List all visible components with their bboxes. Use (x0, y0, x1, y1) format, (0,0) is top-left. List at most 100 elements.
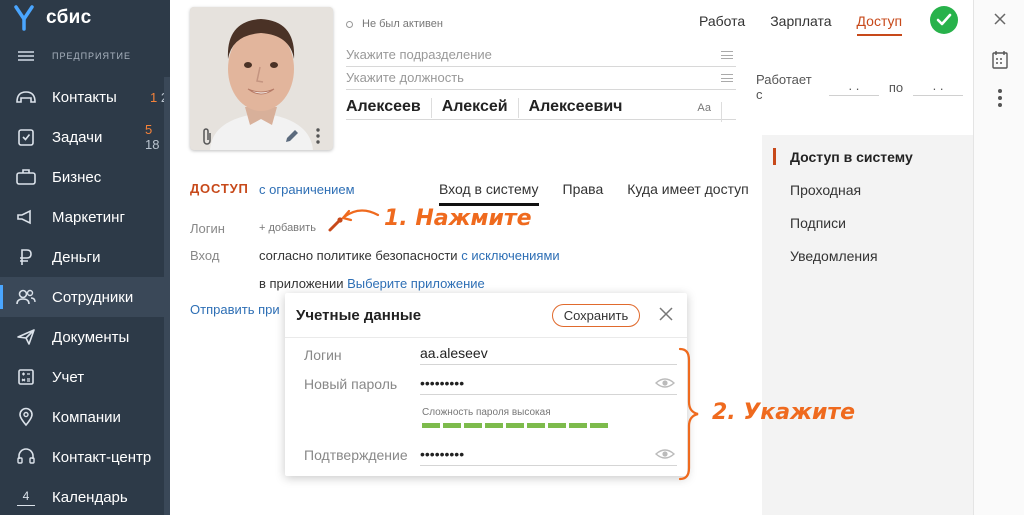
eye-icon[interactable] (654, 375, 676, 395)
full-name-row[interactable]: Алексеев Алексей Алексеевич Аа (346, 98, 736, 122)
save-button[interactable]: Сохранить (552, 304, 640, 327)
access-mode-link[interactable]: с ограничением (259, 182, 355, 197)
calendar-icon: 4 (0, 488, 52, 506)
select-app-link[interactable]: Выберите приложение (347, 276, 485, 291)
app-subtitle: ПРЕДПРИЯТИЕ (52, 51, 131, 61)
annotation-arrow-icon (328, 209, 380, 232)
sidebar-item-calendar[interactable]: 4 Календарь (0, 477, 170, 515)
sidebar-item-label: Компании (52, 408, 121, 426)
entry-label: Вход (190, 248, 220, 263)
tab-where-access[interactable]: Куда имеет доступ (627, 181, 749, 206)
employees-icon (0, 288, 52, 306)
calendar-icon[interactable] (974, 50, 1024, 70)
sidebar-item-marketing[interactable]: Маркетинг (0, 197, 170, 237)
add-login-button[interactable]: + добавить (259, 222, 316, 234)
access-tabs: Вход в систему Права Куда имеет доступ (439, 181, 773, 206)
paper-plane-icon (0, 328, 52, 346)
entry-policy: согласно политике безопасности с исключе… (259, 248, 560, 263)
sidebar-item-label: Контакты (52, 88, 117, 106)
eye-icon[interactable] (654, 446, 676, 466)
nav-notifications[interactable]: Уведомления (790, 248, 878, 264)
more-vertical-icon[interactable] (315, 127, 321, 150)
strength-segment (527, 423, 545, 428)
list-icon[interactable] (721, 51, 733, 59)
middle-name-field[interactable]: Алексеевич (529, 98, 633, 118)
confirm-button[interactable] (930, 6, 958, 34)
date-to-field[interactable]: . . (913, 78, 963, 96)
annotation-step-2: 2. Укажите (712, 400, 856, 425)
dialog-title: Учетные данные (296, 307, 422, 324)
accounting-icon (0, 368, 52, 386)
right-toolbar (973, 0, 1024, 515)
sidebar-item-contacts[interactable]: Контакты 1 2 (0, 77, 170, 117)
last-name-field[interactable]: Алексеев (346, 98, 432, 118)
headset-icon (0, 447, 52, 467)
paperclip-icon[interactable] (200, 127, 214, 150)
position-field[interactable]: Укажите должность (346, 68, 736, 90)
tab-access[interactable]: Доступ (856, 13, 903, 36)
nav-login-access[interactable]: Доступ в систему (790, 149, 913, 165)
business-icon (0, 168, 52, 186)
tab-work[interactable]: Работа (699, 13, 745, 36)
strength-segment (464, 423, 482, 428)
sidebar-item-accounting[interactable]: Учет (0, 357, 170, 397)
works-period: Работает с . . по . . (756, 72, 973, 102)
exceptions-link[interactable]: с исключениями (461, 248, 559, 263)
pencil-icon[interactable] (283, 127, 301, 150)
annotation-step-1: 1. Нажмите (384, 206, 532, 231)
strength-segment (443, 423, 461, 428)
access-heading: ДОСТУП (190, 181, 249, 196)
first-name-field[interactable]: Алексей (442, 98, 519, 118)
strength-segment (590, 423, 608, 428)
list-icon[interactable] (721, 74, 733, 82)
login-input[interactable]: aa.aleseev (420, 343, 677, 365)
annotation-brace-icon (678, 347, 699, 481)
date-from-field[interactable]: . . (829, 78, 879, 96)
app-subtitle-row[interactable]: ПРЕДПРИЯТИЕ (0, 36, 170, 76)
strength-segment (548, 423, 566, 428)
sbis-logo-icon (10, 4, 38, 32)
password-input[interactable]: ••••••••• (420, 373, 677, 395)
sidebar-item-label: Контакт-центр (52, 448, 152, 466)
status-dot-icon (346, 20, 353, 28)
tab-rights[interactable]: Права (563, 181, 604, 206)
sidebar-item-contact-center[interactable]: Контакт-центр (0, 437, 170, 477)
sidebar-item-employees[interactable]: Сотрудники (0, 277, 170, 317)
app-header[interactable]: сбис (0, 0, 170, 36)
font-toggle[interactable]: Аа (697, 102, 722, 122)
close-icon[interactable] (658, 306, 674, 322)
confirm-label: Подтверждение (304, 447, 408, 463)
sidebar-item-companies[interactable]: Компании (0, 397, 170, 437)
sidebar-item-business[interactable]: Бизнес (0, 157, 170, 197)
strength-segment (422, 423, 440, 428)
login-label: Логин (304, 347, 342, 363)
sidebar-item-label: Сотрудники (52, 288, 134, 306)
password-label: Новый пароль (304, 376, 398, 392)
strength-segment (569, 423, 587, 428)
nav-signatures[interactable]: Подписи (790, 215, 846, 231)
tab-salary[interactable]: Зарплата (770, 13, 831, 36)
confirm-password-input[interactable]: ••••••••• (420, 444, 677, 466)
more-vertical-icon[interactable] (974, 88, 1024, 108)
megaphone-icon (0, 208, 52, 226)
tab-login[interactable]: Вход в систему (439, 181, 539, 206)
sidebar: сбис ПРЕДПРИЯТИЕ Контакты 1 2 Задачи 5 1… (0, 0, 170, 515)
check-icon (936, 13, 952, 26)
department-field[interactable]: Укажите подразделение (346, 45, 736, 67)
close-icon[interactable] (974, 12, 1024, 26)
sidebar-item-label: Календарь (52, 488, 128, 506)
sidebar-item-label: Деньги (52, 248, 101, 266)
sidebar-item-documents[interactable]: Документы (0, 317, 170, 357)
login-label: Логин (190, 221, 225, 236)
send-invite-link[interactable]: Отправить при (190, 302, 280, 317)
contacts-icon (0, 88, 52, 106)
sidebar-item-money[interactable]: Деньги (0, 237, 170, 277)
top-tabs: Работа Зарплата Доступ (699, 13, 927, 36)
tasks-icon (0, 127, 52, 147)
sidebar-item-label: Маркетинг (52, 208, 125, 226)
nav-checkpoint[interactable]: Проходная (790, 182, 861, 198)
sidebar-item-label: Документы (52, 328, 130, 346)
sidebar-item-tasks[interactable]: Задачи 5 18 (0, 117, 170, 157)
employee-photo[interactable] (190, 7, 333, 150)
menu-icon[interactable] (18, 51, 34, 61)
